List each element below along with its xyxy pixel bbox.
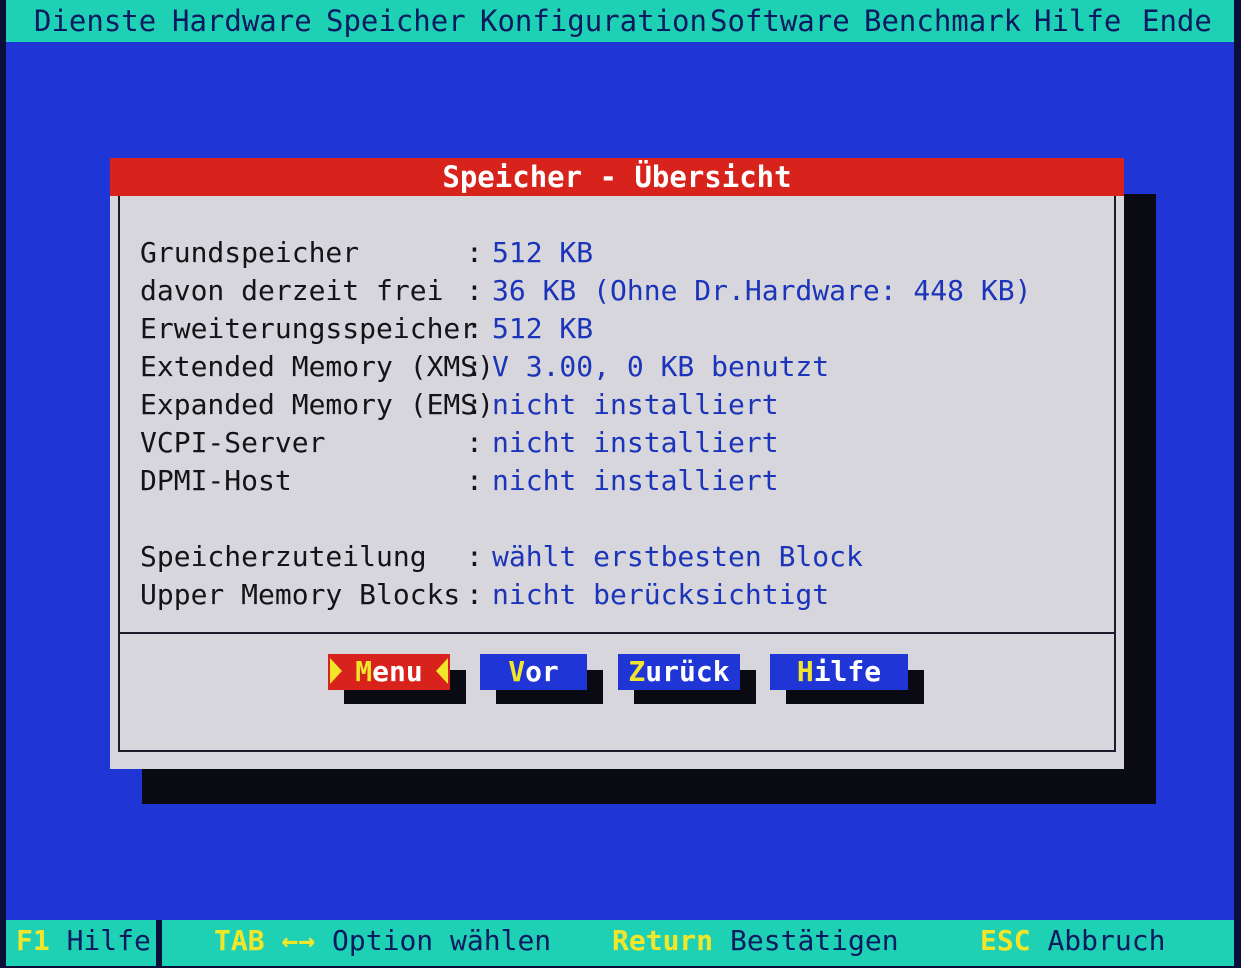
zurueck-button-wrap: Zurück [618,654,756,704]
status-text: Hilfe [66,924,151,957]
status-text: Option wählen [332,924,552,957]
menu-button-wrap: Menu [328,654,468,704]
hotkey-letter: Z [628,655,646,688]
info-separator: : [466,540,483,573]
vor-button-wrap: Vor [480,654,605,704]
menu-item-ende[interactable]: Ende [1142,4,1212,38]
menu-item-konfiguration[interactable]: Konfiguration [480,4,707,38]
status-key: Return [612,924,714,957]
info-label: Upper Memory Blocks [140,578,461,611]
menu-item-hilfe[interactable]: Hilfe [1034,4,1121,38]
info-label: Grundspeicher [140,236,360,269]
info-value: nicht berücksichtigt [492,578,830,611]
info-label: Erweiterungsspeicher [140,312,478,345]
info-value: 36 KB (Ohne Dr.Hardware: 448 KB) [492,274,1032,307]
status-return[interactable]: Return Bestätigen [612,924,899,957]
status-esc[interactable]: ESC Abbruch [980,924,1165,957]
selection-arrow-left-icon [330,658,342,684]
memory-overview-dialog: Speicher - Übersicht Grundspeicher : 512… [110,158,1124,769]
hilfe-button-wrap: Hilfe [770,654,924,704]
status-key: TAB [214,924,265,957]
hilfe-button[interactable]: Hilfe [770,654,908,690]
hotkey-letter: H [796,655,814,688]
info-label: Speicherzuteilung [140,540,427,573]
button-label: or [525,655,559,688]
menu-item-benchmark[interactable]: Benchmark [864,4,1021,38]
info-label: Expanded Memory (EMS) [140,388,495,421]
left-right-arrows-icon: ←→ [281,924,316,957]
button-label: enu [372,655,423,688]
info-separator: : [466,274,483,307]
dialog-title: Speicher - Übersicht [110,158,1124,196]
info-separator: : [466,236,483,269]
info-value: nicht installiert [492,388,779,421]
info-value: 512 KB [492,236,594,269]
info-separator: : [466,312,483,345]
menu-item-dienste[interactable]: Dienste [34,4,156,38]
status-key: F1 [16,924,50,957]
button-label: ilfe [813,655,882,688]
menu-item-speicher[interactable]: Speicher [326,4,466,38]
info-value: 512 KB [492,312,594,345]
selection-arrow-right-icon [436,658,448,684]
status-divider [156,920,162,966]
info-value: wählt erstbesten Block [492,540,863,573]
hotkey-letter: V [508,655,526,688]
info-separator: : [466,426,483,459]
dialog-divider [118,632,1116,634]
info-label: VCPI-Server [140,426,326,459]
info-value: nicht installiert [492,426,779,459]
info-label: DPMI-Host [140,464,292,497]
status-bar: F1 Hilfe TAB ←→ Option wählen Return Bes… [6,920,1234,966]
zurueck-button[interactable]: Zurück [618,654,740,690]
menu-item-hardware[interactable]: Hardware [172,4,312,38]
status-tab[interactable]: TAB ←→ Option wählen [214,924,551,957]
dos-screen: Dienste Hardware Speicher Konfiguration … [6,0,1234,966]
status-f1[interactable]: F1 Hilfe [16,924,151,957]
vor-button[interactable]: Vor [480,654,587,690]
info-value: nicht installiert [492,464,779,497]
hotkey-letter: M [355,655,373,688]
info-label: davon derzeit frei [140,274,444,307]
menu-button[interactable]: Menu [328,654,450,690]
menu-item-software[interactable]: Software [710,4,850,38]
status-key: ESC [980,924,1031,957]
info-separator: : [466,350,483,383]
info-separator: : [466,578,483,611]
info-separator: : [466,464,483,497]
info-label: Extended Memory (XMS) [140,350,495,383]
info-separator: : [466,388,483,421]
status-text: Abbruch [1047,924,1166,957]
button-label: urück [645,655,730,688]
info-value: V 3.00, 0 KB benutzt [492,350,830,383]
status-text: Bestätigen [730,924,899,957]
menu-bar: Dienste Hardware Speicher Konfiguration … [6,0,1234,42]
